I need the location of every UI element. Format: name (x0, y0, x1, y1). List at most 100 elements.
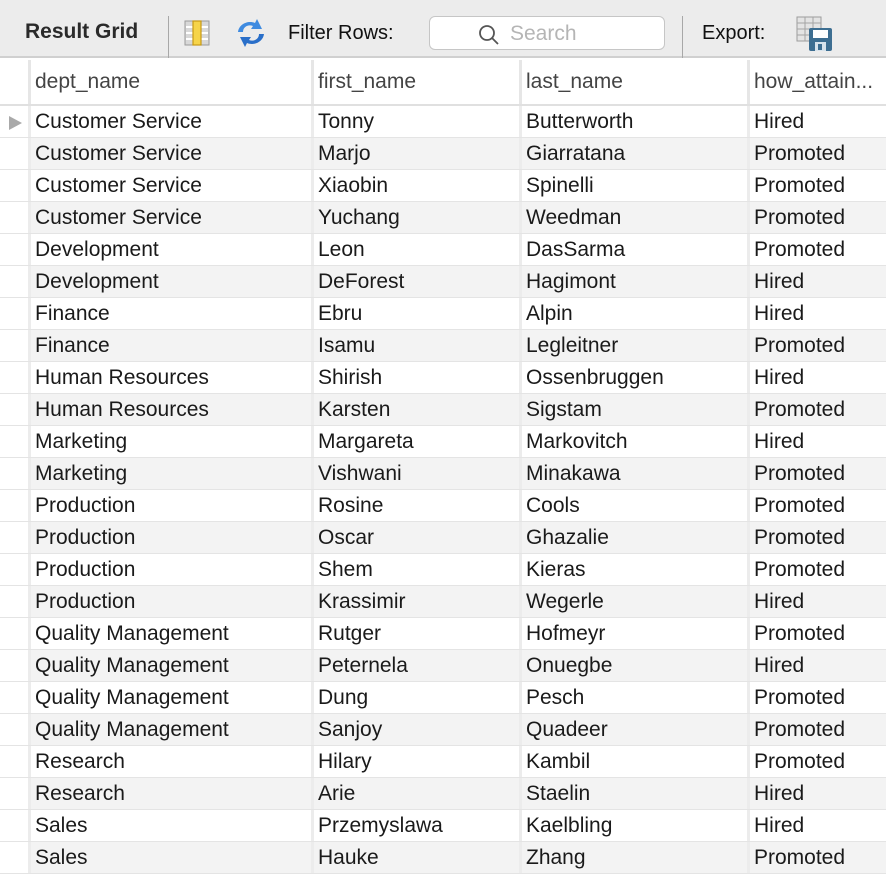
cell-last-name[interactable]: Zhang (519, 842, 747, 874)
cell-how-attained[interactable]: Promoted (747, 554, 886, 586)
cell-dept-name[interactable]: Customer Service (28, 170, 311, 202)
cell-how-attained[interactable]: Promoted (747, 170, 886, 202)
cell-dept-name[interactable]: Marketing (28, 426, 311, 458)
cell-first-name[interactable]: Przemyslawa (311, 810, 519, 842)
cell-dept-name[interactable]: Customer Service (28, 202, 311, 234)
cell-how-attained[interactable]: Promoted (747, 746, 886, 778)
row-selector[interactable] (0, 842, 28, 874)
cell-first-name[interactable]: Sanjoy (311, 714, 519, 746)
table-row[interactable]: Production Shem Kieras Promoted (0, 554, 886, 586)
cell-dept-name[interactable]: Human Resources (28, 394, 311, 426)
table-row[interactable]: Finance Isamu Legleitner Promoted (0, 330, 886, 362)
cell-dept-name[interactable]: Production (28, 490, 311, 522)
row-selector[interactable] (0, 522, 28, 554)
table-row[interactable]: Research Arie Staelin Hired (0, 778, 886, 810)
row-selector[interactable] (0, 394, 28, 426)
cell-how-attained[interactable]: Promoted (747, 522, 886, 554)
cell-how-attained[interactable]: Hired (747, 362, 886, 394)
table-row[interactable]: Quality Management Sanjoy Quadeer Promoted (0, 714, 886, 746)
cell-last-name[interactable]: Quadeer (519, 714, 747, 746)
table-row[interactable]: Customer Service Yuchang Weedman Promoted (0, 202, 886, 234)
cell-first-name[interactable]: Oscar (311, 522, 519, 554)
cell-last-name[interactable]: Kieras (519, 554, 747, 586)
row-selector[interactable] (0, 682, 28, 714)
cell-dept-name[interactable]: Quality Management (28, 650, 311, 682)
cell-last-name[interactable]: Hagimont (519, 266, 747, 298)
cell-dept-name[interactable]: Production (28, 554, 311, 586)
cell-first-name[interactable]: Krassimir (311, 586, 519, 618)
table-row[interactable]: Development Leon DasSarma Promoted (0, 234, 886, 266)
cell-dept-name[interactable]: Finance (28, 298, 311, 330)
table-row[interactable]: Marketing Vishwani Minakawa Promoted (0, 458, 886, 490)
cell-first-name[interactable]: Leon (311, 234, 519, 266)
cell-first-name[interactable]: Peternela (311, 650, 519, 682)
cell-how-attained[interactable]: Promoted (747, 138, 886, 170)
cell-first-name[interactable]: Shem (311, 554, 519, 586)
row-selector[interactable] (0, 362, 28, 394)
cell-dept-name[interactable]: Sales (28, 810, 311, 842)
row-selector[interactable] (0, 426, 28, 458)
cell-how-attained[interactable]: Promoted (747, 330, 886, 362)
cell-how-attained[interactable]: Promoted (747, 618, 886, 650)
cell-dept-name[interactable]: Quality Management (28, 682, 311, 714)
cell-last-name[interactable]: Minakawa (519, 458, 747, 490)
cell-last-name[interactable]: DasSarma (519, 234, 747, 266)
cell-dept-name[interactable]: Development (28, 234, 311, 266)
row-selector[interactable] (0, 586, 28, 618)
row-selector[interactable] (0, 618, 28, 650)
table-row[interactable]: Production Krassimir Wegerle Hired (0, 586, 886, 618)
table-row[interactable]: Development DeForest Hagimont Hired (0, 266, 886, 298)
cell-how-attained[interactable]: Hired (747, 586, 886, 618)
table-row[interactable]: Production Oscar Ghazalie Promoted (0, 522, 886, 554)
cell-dept-name[interactable]: Production (28, 522, 311, 554)
column-header-how-attained[interactable]: how_attain... (747, 60, 886, 104)
cell-first-name[interactable]: Hilary (311, 746, 519, 778)
table-row[interactable]: Sales Hauke Zhang Promoted (0, 842, 886, 874)
table-row[interactable]: Finance Ebru Alpin Hired (0, 298, 886, 330)
row-selector[interactable] (0, 650, 28, 682)
cell-last-name[interactable]: Giarratana (519, 138, 747, 170)
cell-first-name[interactable]: Tonny (311, 106, 519, 138)
search-input[interactable] (508, 21, 662, 47)
row-selector[interactable] (0, 266, 28, 298)
cell-last-name[interactable]: Kambil (519, 746, 747, 778)
cell-how-attained[interactable]: Promoted (747, 490, 886, 522)
table-row[interactable]: Research Hilary Kambil Promoted (0, 746, 886, 778)
cell-first-name[interactable]: Xiaobin (311, 170, 519, 202)
table-row[interactable]: Marketing Margareta Markovitch Hired (0, 426, 886, 458)
cell-dept-name[interactable]: Marketing (28, 458, 311, 490)
cell-dept-name[interactable]: Customer Service (28, 106, 311, 138)
cell-last-name[interactable]: Kaelbling (519, 810, 747, 842)
row-selector[interactable] (0, 458, 28, 490)
cell-last-name[interactable]: Pesch (519, 682, 747, 714)
cell-last-name[interactable]: Legleitner (519, 330, 747, 362)
cell-dept-name[interactable]: Quality Management (28, 714, 311, 746)
cell-how-attained[interactable]: Promoted (747, 394, 886, 426)
cell-first-name[interactable]: Ebru (311, 298, 519, 330)
row-selector[interactable] (0, 170, 28, 202)
cell-first-name[interactable]: Hauke (311, 842, 519, 874)
refresh-icon[interactable] (234, 18, 268, 53)
cell-dept-name[interactable]: Finance (28, 330, 311, 362)
cell-how-attained[interactable]: Promoted (747, 714, 886, 746)
cell-first-name[interactable]: Rosine (311, 490, 519, 522)
cell-how-attained[interactable]: Promoted (747, 234, 886, 266)
table-row[interactable]: Quality Management Peternela Onuegbe Hired (0, 650, 886, 682)
cell-dept-name[interactable]: Sales (28, 842, 311, 874)
cell-last-name[interactable]: Spinelli (519, 170, 747, 202)
table-row[interactable]: Production Rosine Cools Promoted (0, 490, 886, 522)
row-selector[interactable] (0, 746, 28, 778)
cell-last-name[interactable]: Staelin (519, 778, 747, 810)
cell-last-name[interactable]: Ossenbruggen (519, 362, 747, 394)
cell-first-name[interactable]: Arie (311, 778, 519, 810)
cell-last-name[interactable]: Sigstam (519, 394, 747, 426)
cell-how-attained[interactable]: Promoted (747, 458, 886, 490)
row-selector[interactable] (0, 778, 28, 810)
row-selector[interactable] (0, 138, 28, 170)
cell-how-attained[interactable]: Hired (747, 106, 886, 138)
table-row[interactable]: Customer Service Marjo Giarratana Promoted (0, 138, 886, 170)
row-selector[interactable] (0, 234, 28, 266)
cell-how-attained[interactable]: Hired (747, 298, 886, 330)
cell-first-name[interactable]: Dung (311, 682, 519, 714)
filter-rows-search[interactable] (429, 16, 665, 50)
